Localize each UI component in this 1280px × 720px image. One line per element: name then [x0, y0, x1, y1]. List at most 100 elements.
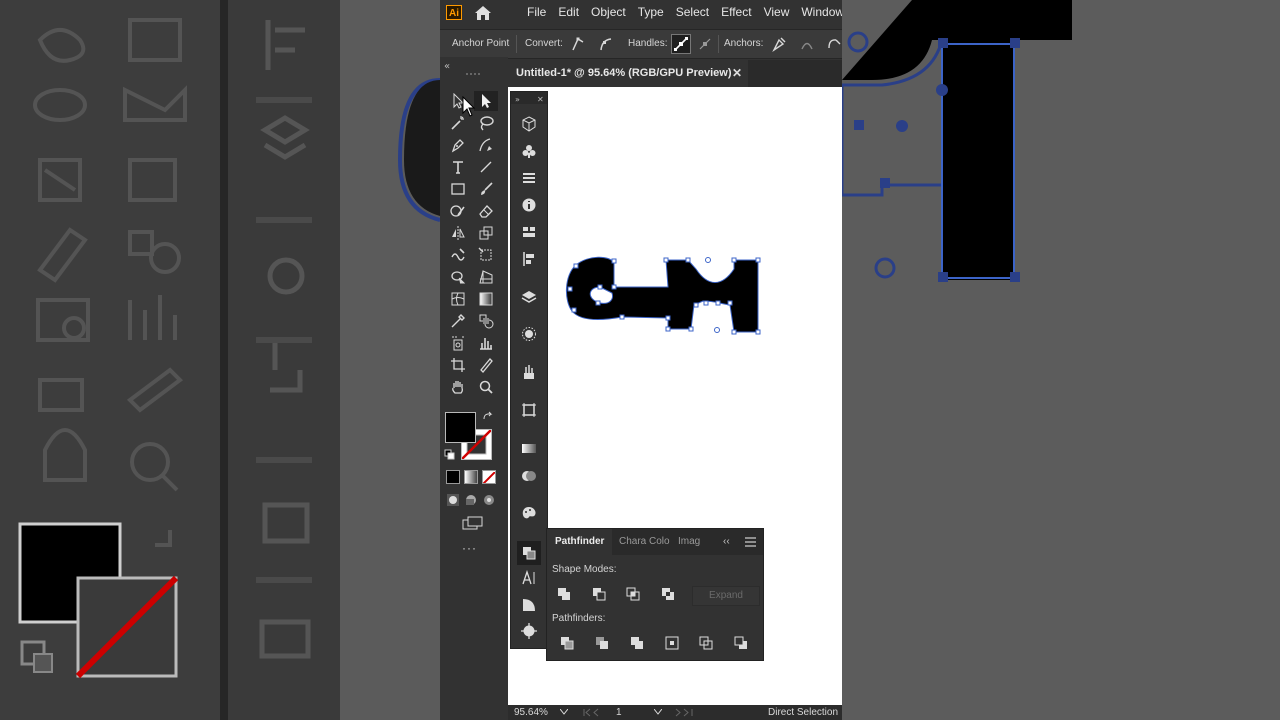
gradient-tool[interactable] — [474, 289, 498, 309]
symbol-sprayer-tool[interactable] — [446, 333, 470, 353]
minus-front-button[interactable] — [592, 587, 606, 601]
info-icon[interactable] — [519, 195, 539, 215]
intersect-button[interactable] — [626, 587, 640, 601]
stroke-panel-icon[interactable] — [519, 168, 539, 188]
cut-path-icon[interactable] — [826, 36, 842, 52]
show-handles-button[interactable] — [671, 34, 691, 54]
gradient-panel-icon[interactable] — [519, 438, 539, 458]
menu-window[interactable]: Window — [795, 0, 842, 26]
background-blur-right — [842, 0, 1280, 720]
menu-file[interactable]: File — [521, 0, 552, 26]
crop-button[interactable] — [665, 636, 679, 650]
character-panel-icon[interactable] — [519, 568, 539, 588]
svg-text:«: « — [444, 61, 450, 72]
artboard-tool[interactable] — [446, 355, 470, 375]
navigator-icon[interactable] — [519, 621, 539, 641]
minus-back-button[interactable] — [734, 636, 748, 650]
control-bar: Anchor Point Convert: Handles: Anchors: — [440, 29, 842, 59]
free-transform-tool[interactable] — [474, 245, 498, 265]
outline-button[interactable] — [699, 636, 713, 650]
artboard-nav-next[interactable] — [672, 708, 712, 717]
selected-path-shape[interactable] — [566, 256, 759, 333]
tab-color[interactable]: Colo — [649, 529, 670, 555]
menu-effect[interactable]: Effect — [715, 0, 757, 26]
shape-builder-tool[interactable] — [446, 267, 470, 287]
transform-icon[interactable] — [519, 222, 539, 242]
column-graph-tool[interactable] — [474, 333, 498, 353]
unite-button[interactable] — [557, 587, 571, 601]
zoom-dropdown-icon[interactable] — [560, 709, 568, 715]
lasso-tool[interactable] — [474, 113, 498, 133]
warp-tool[interactable] — [446, 245, 470, 265]
none-mode-button[interactable] — [482, 470, 496, 484]
edit-toolbar-button[interactable]: ··· — [462, 541, 477, 555]
paintbrush-tool[interactable] — [474, 179, 498, 199]
artboard-number[interactable]: 1 — [616, 705, 622, 720]
layers-icon[interactable] — [519, 287, 539, 307]
pen-tool[interactable] — [446, 135, 470, 155]
draw-behind-icon[interactable] — [466, 495, 476, 505]
app-logo-icon: Ai — [446, 5, 462, 20]
menu-type[interactable]: Type — [632, 0, 670, 26]
panel-menu-icon[interactable] — [745, 537, 757, 547]
appearance-icon[interactable] — [519, 324, 539, 344]
curvature-tool[interactable] — [474, 135, 498, 155]
mesh-tool[interactable] — [446, 289, 470, 309]
divide-button[interactable] — [560, 636, 574, 650]
draw-normal-icon[interactable] — [447, 494, 459, 506]
rectangle-tool[interactable] — [446, 179, 470, 199]
remove-anchor-icon[interactable] — [770, 36, 786, 52]
zoom-tool[interactable] — [474, 377, 498, 397]
connect-anchors-icon[interactable] — [799, 36, 815, 52]
menu-object[interactable]: Object — [585, 0, 632, 26]
fill-swatch[interactable] — [445, 412, 476, 443]
gradient-mesh-icon[interactable] — [519, 595, 539, 615]
convert-corner-icon[interactable] — [570, 36, 586, 52]
zoom-level[interactable]: 95.64% — [514, 705, 548, 720]
transparency-icon[interactable] — [519, 466, 539, 486]
document-tab[interactable]: Untitled-1* @ 95.64% (RGB/GPU Preview) ✕ — [508, 60, 748, 87]
reflect-tool[interactable] — [446, 223, 470, 243]
line-segment-tool[interactable] — [474, 157, 498, 177]
merge-button[interactable] — [630, 636, 644, 650]
artboard-dropdown-icon[interactable] — [654, 709, 662, 715]
home-icon[interactable] — [474, 5, 492, 21]
trim-button[interactable] — [595, 636, 609, 650]
scale-tool[interactable] — [474, 223, 498, 243]
gradient-mode-button[interactable] — [464, 470, 478, 484]
perspective-grid-tool[interactable] — [474, 267, 498, 287]
blend-tool[interactable] — [474, 311, 498, 331]
expand-button[interactable]: Expand — [692, 586, 760, 606]
eyedropper-tool[interactable] — [446, 311, 470, 331]
hand-tool[interactable] — [446, 377, 470, 397]
brushes-icon[interactable] — [519, 362, 539, 382]
exclude-button[interactable] — [661, 587, 675, 601]
hide-handles-icon[interactable] — [697, 36, 713, 52]
convert-smooth-icon[interactable] — [598, 36, 614, 52]
collapse-panel-icon[interactable]: ‹‹ — [723, 529, 730, 555]
direct-selection-tool[interactable] — [474, 91, 498, 111]
symbols-icon[interactable] — [519, 141, 539, 161]
screen-mode-icon[interactable] — [462, 516, 484, 530]
libraries-icon[interactable] — [519, 114, 539, 134]
slice-tool[interactable] — [474, 355, 498, 375]
color-guide-icon[interactable] — [519, 503, 539, 523]
eraser-tool[interactable] — [474, 201, 498, 221]
menu-edit[interactable]: Edit — [552, 0, 585, 26]
tab-character[interactable]: Chara — [619, 529, 646, 555]
artboards-icon[interactable] — [519, 400, 539, 420]
background-blur-left — [0, 0, 440, 720]
type-tool[interactable] — [446, 157, 470, 177]
tab-image-trace[interactable]: Imag — [678, 529, 700, 555]
color-mode-button[interactable] — [446, 470, 460, 484]
menu-select[interactable]: Select — [670, 0, 715, 26]
pathfinder-panel-icon[interactable] — [517, 541, 541, 565]
align-icon[interactable] — [519, 249, 539, 269]
menu-view[interactable]: View — [758, 0, 796, 26]
draw-inside-icon[interactable] — [484, 495, 494, 505]
swap-fill-stroke-icon[interactable] — [482, 411, 494, 423]
shaper-tool[interactable] — [446, 201, 470, 221]
close-document-icon[interactable]: ✕ — [732, 60, 742, 87]
tab-pathfinder[interactable]: Pathfinder — [547, 529, 613, 555]
default-fill-stroke-icon[interactable] — [444, 449, 456, 461]
